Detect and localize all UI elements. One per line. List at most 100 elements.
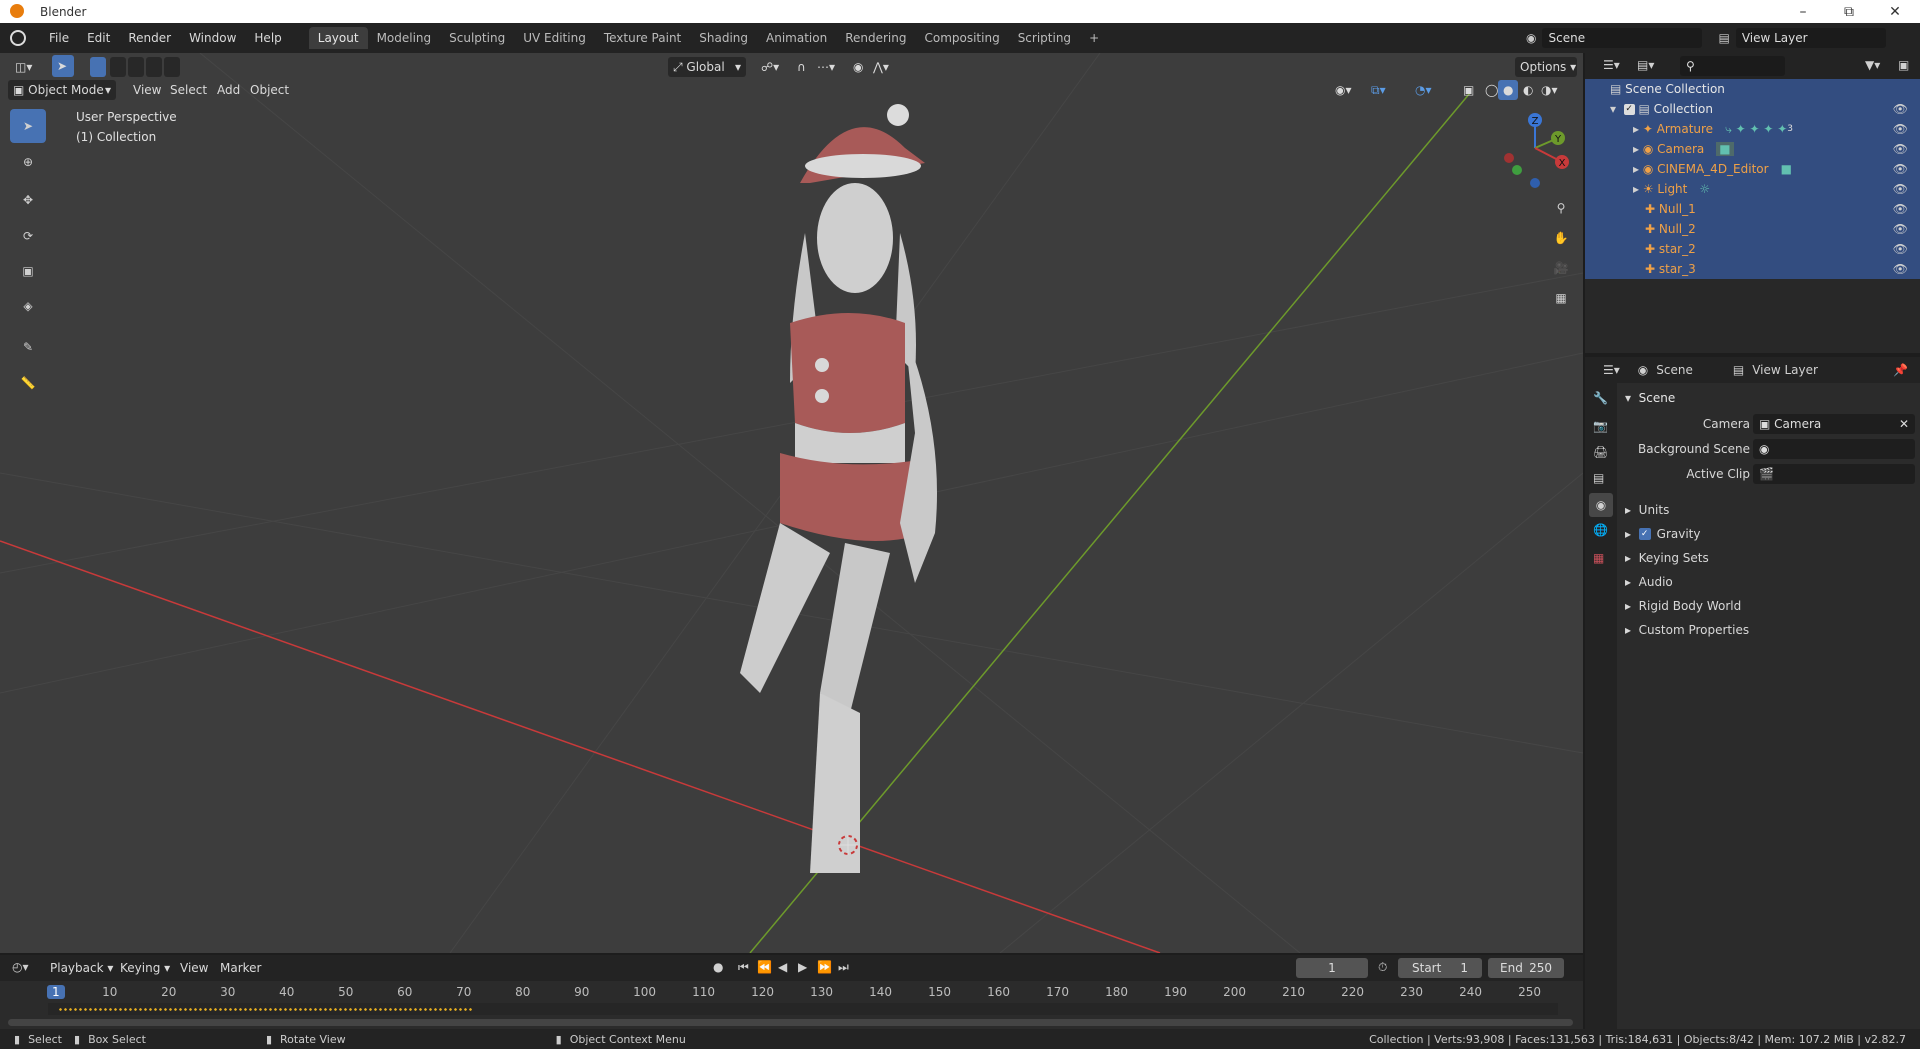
units-panel[interactable]: ▸ Units bbox=[1625, 499, 1920, 521]
frame-tick[interactable]: 160 bbox=[987, 985, 1010, 999]
select-mode-invert-icon[interactable] bbox=[146, 57, 162, 77]
jump-start-icon[interactable]: ⏮ bbox=[738, 960, 749, 975]
outliner-item-camera[interactable]: ▸ ◉ Camera ■ 👁 bbox=[1585, 139, 1920, 159]
options-dropdown[interactable]: Options ▾ bbox=[1515, 57, 1577, 77]
new-collection-icon[interactable]: ▣ bbox=[1898, 58, 1909, 72]
rigid-body-world-panel[interactable]: ▸ Rigid Body World bbox=[1625, 595, 1920, 617]
keyframe-track[interactable] bbox=[48, 1003, 1558, 1015]
render-tab-icon[interactable]: 📷 bbox=[1593, 419, 1608, 433]
visibility-icon[interactable]: ◉▾ bbox=[1330, 80, 1357, 100]
play-icon[interactable]: ▶ bbox=[798, 960, 807, 974]
frame-tick[interactable]: 150 bbox=[928, 985, 951, 999]
restore-icon[interactable]: ⧉ bbox=[1826, 0, 1872, 23]
ortho-toggle-icon[interactable]: ▦ bbox=[1548, 285, 1574, 311]
scene-section-header[interactable]: ▾ Scene bbox=[1625, 387, 1920, 409]
frame-tick[interactable]: 190 bbox=[1164, 985, 1187, 999]
viewport-menu-select[interactable]: Select bbox=[165, 80, 212, 100]
gizmo-neg-z-icon[interactable] bbox=[1530, 178, 1540, 188]
tab-rendering[interactable]: Rendering bbox=[836, 27, 915, 49]
outliner-editor-type-icon[interactable]: ☰▾ bbox=[1603, 58, 1620, 72]
viewport-menu-object[interactable]: Object bbox=[245, 80, 294, 100]
frame-tick[interactable]: 200 bbox=[1223, 985, 1246, 999]
properties-viewlayer-tab[interactable]: View Layer bbox=[1752, 363, 1818, 377]
null1-visibility-icon[interactable]: 👁 bbox=[1893, 202, 1908, 216]
menu-window[interactable]: Window bbox=[180, 31, 245, 45]
expand-arrow-icon[interactable]: ▸ bbox=[1633, 142, 1643, 156]
select-mode-intersect-icon[interactable] bbox=[164, 57, 180, 77]
outliner-search-input[interactable]: ⚲ bbox=[1680, 56, 1785, 76]
proportional-falloff-icon[interactable]: ⋀▾ bbox=[868, 57, 894, 77]
next-keyframe-icon[interactable]: ⏩ bbox=[817, 960, 832, 974]
tab-modeling[interactable]: Modeling bbox=[368, 27, 441, 49]
tab-sculpting[interactable]: Sculpting bbox=[440, 27, 514, 49]
null2-visibility-icon[interactable]: 👁 bbox=[1893, 222, 1908, 236]
expand-arrow-icon[interactable]: ▸ bbox=[1633, 162, 1643, 176]
menu-help[interactable]: Help bbox=[245, 31, 290, 45]
expand-arrow-icon[interactable]: ▸ bbox=[1633, 182, 1643, 196]
current-frame-field[interactable]: 1 bbox=[1296, 958, 1368, 978]
scene-icon[interactable]: ◉ bbox=[1526, 31, 1536, 45]
playhead[interactable]: 1 bbox=[47, 985, 65, 999]
outliner-item-star3[interactable]: ✚ star_3 👁 bbox=[1585, 259, 1920, 279]
pivot-point-icon[interactable]: ☍▾ bbox=[756, 57, 784, 77]
frame-tick[interactable]: 250 bbox=[1518, 985, 1541, 999]
camera-field[interactable]: ▣ Camera ✕ bbox=[1753, 414, 1915, 434]
end-frame-field[interactable]: End 250 bbox=[1488, 958, 1564, 978]
viewlayer-icon[interactable]: ▤ bbox=[1718, 31, 1729, 45]
tool-move-icon[interactable]: ✥ bbox=[10, 183, 46, 217]
menu-file[interactable]: File bbox=[40, 31, 78, 45]
display-mode-icon[interactable]: ▤▾ bbox=[1637, 58, 1654, 72]
collection-checkbox[interactable]: ✓ bbox=[1623, 103, 1635, 115]
armature-visibility-icon[interactable]: 👁 bbox=[1893, 122, 1908, 136]
keyframe-markers[interactable] bbox=[58, 1008, 473, 1011]
light-visibility-icon[interactable]: 👁 bbox=[1893, 182, 1908, 196]
navigation-gizmo[interactable]: Z Y X bbox=[1495, 108, 1575, 188]
timeline-menu-marker[interactable]: Marker bbox=[215, 958, 266, 978]
gizmo-toggle-icon[interactable]: ⧉▾ bbox=[1366, 80, 1391, 100]
tool-rotate-icon[interactable]: ⟳ bbox=[10, 219, 46, 253]
timeline-menu-view[interactable]: View bbox=[175, 958, 213, 978]
gizmo-neg-x-icon[interactable] bbox=[1504, 153, 1514, 163]
clear-camera-icon[interactable]: ✕ bbox=[1899, 417, 1909, 431]
frame-tick[interactable]: 110 bbox=[692, 985, 715, 999]
filter-icon[interactable]: ▼▾ bbox=[1865, 58, 1880, 72]
zoom-icon[interactable]: ⚲ bbox=[1548, 195, 1574, 221]
menu-edit[interactable]: Edit bbox=[78, 31, 119, 45]
texture-tab-icon[interactable]: ▦ bbox=[1593, 551, 1604, 565]
close-icon[interactable]: ✕ bbox=[1872, 0, 1918, 23]
object-mode-dropdown[interactable]: ▣ Object Mode ▾ bbox=[8, 80, 116, 100]
select-tool-icon[interactable]: ➤ bbox=[52, 55, 74, 77]
record-icon[interactable]: ● bbox=[713, 960, 723, 974]
frame-tick[interactable]: 80 bbox=[515, 985, 530, 999]
collapse-arrow-icon[interactable]: ▾ bbox=[1610, 102, 1624, 116]
menu-render[interactable]: Render bbox=[119, 31, 180, 45]
tab-shading[interactable]: Shading bbox=[690, 27, 757, 49]
tool-annotate-icon[interactable]: ✎ bbox=[10, 330, 46, 364]
play-reverse-icon[interactable]: ◀ bbox=[778, 960, 787, 974]
outliner-item-null1[interactable]: ✚ Null_1 👁 bbox=[1585, 199, 1920, 219]
camera-visibility-icon[interactable]: 👁 bbox=[1893, 142, 1908, 156]
frame-tick[interactable]: 140 bbox=[869, 985, 892, 999]
camera-view-icon[interactable]: 🎥 bbox=[1548, 255, 1574, 281]
frame-tick[interactable]: 210 bbox=[1282, 985, 1305, 999]
tab-layout[interactable]: Layout bbox=[308, 27, 368, 49]
timeline-editor-type-icon[interactable]: ◴▾ bbox=[12, 960, 29, 974]
frame-ruler[interactable]: 1 10 20 30 40 50 60 70 80 90 100 110 120 130 140 150 160… bbox=[0, 985, 1583, 1001]
character-model[interactable] bbox=[740, 104, 937, 873]
pan-hand-icon[interactable]: ✋ bbox=[1548, 225, 1574, 251]
viewport-menu-add[interactable]: Add bbox=[212, 80, 245, 100]
3d-cursor-icon[interactable] bbox=[838, 835, 858, 855]
proportional-edit-icon[interactable]: ◉ bbox=[848, 57, 868, 77]
rendered-shading-icon[interactable]: ◑▾ bbox=[1536, 80, 1563, 100]
outliner-item-light[interactable]: ▸ ☀ Light ☼ 👁 bbox=[1585, 179, 1920, 199]
collection-visibility-icon[interactable]: 👁 bbox=[1893, 102, 1908, 116]
outliner-item-star2[interactable]: ✚ star_2 👁 bbox=[1585, 239, 1920, 259]
frame-tick[interactable]: 220 bbox=[1341, 985, 1364, 999]
frame-tick[interactable]: 130 bbox=[810, 985, 833, 999]
star3-visibility-icon[interactable]: 👁 bbox=[1893, 262, 1908, 276]
tab-scripting[interactable]: Scripting bbox=[1009, 27, 1080, 49]
outliner-scene-collection[interactable]: ▤ Scene Collection bbox=[1585, 79, 1920, 99]
frame-tick[interactable]: 100 bbox=[633, 985, 656, 999]
star2-visibility-icon[interactable]: 👁 bbox=[1893, 242, 1908, 256]
properties-scene-tab[interactable]: Scene bbox=[1656, 363, 1693, 377]
